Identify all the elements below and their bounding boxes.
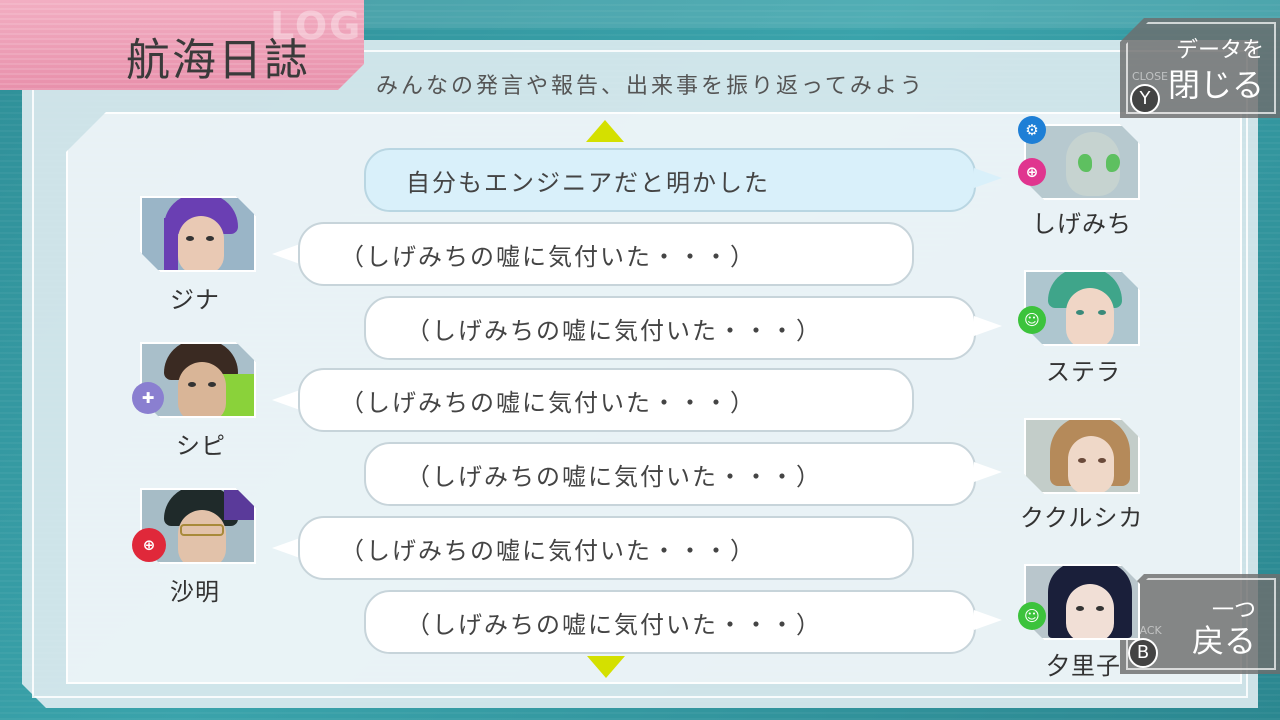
- b-key-icon: B: [1128, 638, 1158, 668]
- y-key-icon: Y: [1130, 84, 1160, 114]
- back-button[interactable]: BACK 一つ 戻る B: [1120, 574, 1280, 674]
- portrait-stella[interactable]: [1024, 270, 1140, 346]
- scroll-down-arrow-icon[interactable]: [587, 656, 625, 678]
- speaker-name: シピ: [176, 432, 226, 460]
- bubble-tail: [974, 610, 1002, 630]
- log-entry-text: （しげみちの嘘に気付いた・・・）: [340, 536, 756, 565]
- portrait-yuriko[interactable]: [1024, 564, 1140, 640]
- log-entry-text: （しげみちの嘘に気付いた・・・）: [406, 462, 822, 491]
- speaker-name: ステラ: [1046, 358, 1121, 386]
- log-entry-bubble[interactable]: （しげみちの嘘に気付いた・・・）: [364, 442, 976, 506]
- scroll-up-arrow-icon[interactable]: [586, 120, 624, 142]
- log-entry-bubble[interactable]: （しげみちの嘘に気付いた・・・）: [298, 222, 914, 286]
- log-entry-text: 自分もエンジニアだと明かした: [406, 168, 770, 197]
- log-entry-bubble[interactable]: 自分もエンジニアだと明かした: [364, 148, 976, 212]
- log-entry-text: （しげみちの嘘に気付いた・・・）: [406, 610, 822, 639]
- log-entry-text: （しげみちの嘘に気付いた・・・）: [406, 316, 822, 345]
- doctor-icon: ✚: [132, 382, 164, 414]
- crew-icon: ☺: [1018, 602, 1046, 630]
- ac-follower-icon: ⊕: [132, 528, 166, 562]
- bubble-tail: [974, 462, 1002, 482]
- bubble-tail: [974, 168, 1002, 188]
- log-entry-text: （しげみちの嘘に気付いた・・・）: [340, 388, 756, 417]
- page-title: 航海日誌: [126, 35, 310, 86]
- portrait-kukrushka[interactable]: [1024, 418, 1140, 494]
- speaker-name: 夕里子: [1046, 652, 1121, 680]
- speaker-name: しげみち: [1032, 210, 1132, 238]
- portrait-gina[interactable]: [140, 196, 256, 272]
- log-entry-bubble[interactable]: （しげみちの嘘に気付いた・・・）: [364, 296, 976, 360]
- bubble-tail: [974, 316, 1002, 336]
- close-ghost-label: CLOSE: [1132, 70, 1169, 83]
- log-entry-bubble[interactable]: （しげみちの嘘に気付いた・・・）: [364, 590, 976, 654]
- back-button-line2: 戻る: [1192, 622, 1257, 660]
- bubble-tail: [272, 390, 300, 410]
- crew-icon: ☺: [1018, 306, 1046, 334]
- speaker-name: ジナ: [170, 286, 220, 314]
- speaker-name: ククルシカ: [1020, 504, 1144, 532]
- engineer-icon: ⚙: [1018, 116, 1046, 144]
- log-entry-bubble[interactable]: （しげみちの嘘に気付いた・・・）: [298, 516, 914, 580]
- bubble-tail: [272, 538, 300, 558]
- log-entry-bubble[interactable]: （しげみちの嘘に気付いた・・・）: [298, 368, 914, 432]
- bubble-tail: [272, 244, 300, 264]
- speaker-name: 沙明: [170, 578, 220, 606]
- page-subtitle: みんなの発言や報告、出来事を振り返ってみよう: [376, 74, 925, 99]
- log-entry-text: （しげみちの嘘に気付いた・・・）: [340, 242, 756, 271]
- close-button-line2: 閉じる: [1168, 66, 1265, 104]
- guardian-icon: ⊕: [1018, 158, 1046, 186]
- close-data-button[interactable]: CLOSE データを 閉じる Y: [1120, 18, 1280, 118]
